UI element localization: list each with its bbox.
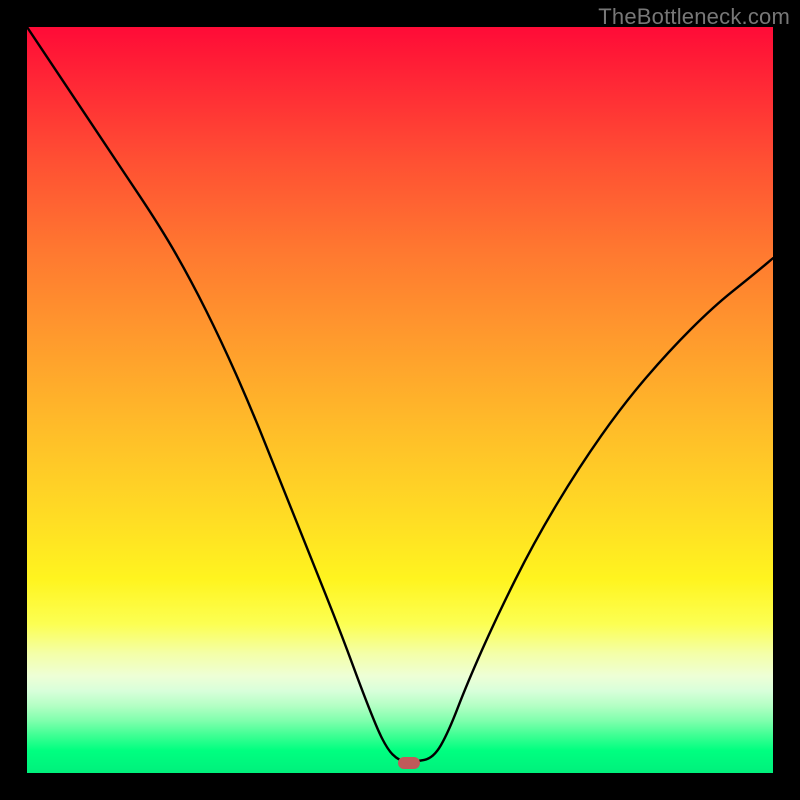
min-marker — [398, 757, 420, 769]
bottleneck-curve — [27, 27, 773, 762]
curve-svg — [27, 27, 773, 773]
plot-area — [27, 27, 773, 773]
watermark-text: TheBottleneck.com — [598, 4, 790, 30]
